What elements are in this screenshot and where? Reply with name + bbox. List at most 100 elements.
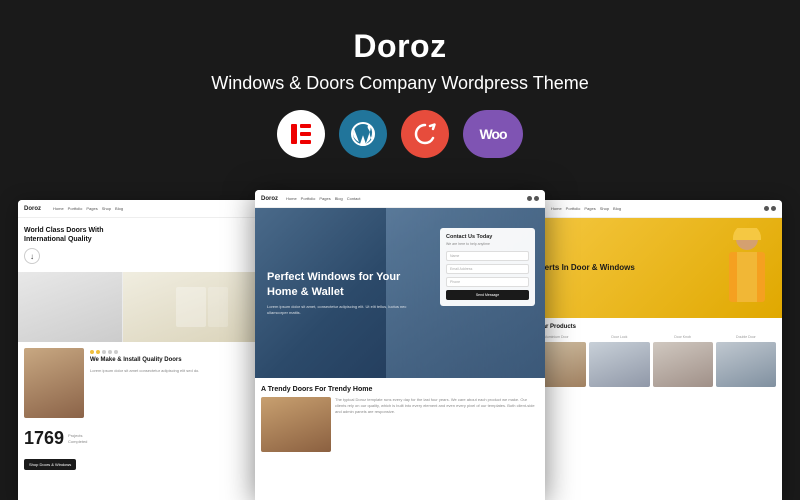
left-bottom-description: Lorem ipsum dolor sit amet consectetur a…: [90, 368, 272, 374]
center-bottom-text-block: The typical Doroz template runs every da…: [335, 397, 539, 452]
right-product-img-2: [589, 342, 649, 387]
right-products-title: Popular Products: [526, 324, 776, 330]
left-nav-shop: Shop: [102, 206, 111, 211]
person-head: [736, 228, 758, 250]
left-hero: World Class Doors With International Qua…: [18, 218, 280, 272]
center-bottom: A Trendy Doors For Trendy Home The typic…: [255, 378, 545, 460]
left-hero-title: World Class Doors With International Qua…: [24, 226, 124, 244]
right-product-labels: Aluminium Door Door Lock Door Knob Doubl…: [526, 335, 776, 339]
right-products-section: Popular Products Aluminium Door Door Loc…: [520, 318, 782, 395]
right-product-4: [716, 342, 776, 389]
right-nav-links: Home Portfolio Pages Shop Blog: [551, 206, 621, 211]
center-bottom-content: The typical Doroz template runs every da…: [261, 397, 539, 452]
left-stat-number: 1769: [24, 428, 64, 449]
preview-left: Doroz Home Portfolio Pages Shop Blog Wor…: [18, 200, 280, 500]
wordpress-icon: [339, 110, 387, 158]
center-hero-text: Lorem ipsum dolor sit amet, consectetur …: [267, 304, 413, 316]
center-nav-pages: Pages: [319, 196, 330, 201]
page-title: Doroz: [211, 28, 588, 65]
left-nav-links: Home Portfolio Pages Shop Blog: [53, 206, 123, 211]
center-nav-blog: Blog: [335, 196, 343, 201]
left-bottom-title: We Make & Install Quality Doors: [90, 357, 272, 365]
right-product-3: [653, 342, 713, 389]
right-nav-blog: Blog: [613, 206, 621, 211]
left-cta-button[interactable]: Shop Doors & Windows: [24, 459, 76, 470]
right-nav-icons: [764, 206, 776, 211]
right-nav-home: Home: [551, 206, 562, 211]
rotate-icon: [401, 110, 449, 158]
person-torso: [729, 252, 765, 302]
left-nav-blog: Blog: [115, 206, 123, 211]
right-cart-icon: [771, 206, 776, 211]
left-nav-pages: Pages: [86, 206, 97, 211]
left-img-bathroom: [18, 272, 122, 342]
right-product-img-4: [716, 342, 776, 387]
elementor-icon: [277, 110, 325, 158]
right-products-grid: [526, 342, 776, 389]
center-form-title: Contact Us Today: [446, 234, 529, 240]
right-nav-pages: Pages: [584, 206, 595, 211]
center-name-field[interactable]: Name: [446, 251, 529, 261]
left-nav-home: Home: [53, 206, 64, 211]
center-phone-field[interactable]: Phone: [446, 277, 529, 287]
preview-right: Doroz Home Portfolio Pages Shop Blog Exp…: [520, 200, 782, 500]
center-nav-contact: Contact: [347, 196, 361, 201]
left-dot-3: [102, 350, 106, 354]
left-rating-dots: [90, 350, 272, 354]
center-search-icon: [527, 196, 532, 201]
left-dot-2: [96, 350, 100, 354]
center-door-image: [261, 397, 331, 452]
left-arrow-icon: ↓: [24, 248, 40, 264]
center-email-field[interactable]: Email Address: [446, 264, 529, 274]
right-product-label-2: Door Lock: [589, 335, 649, 339]
left-logo: Doroz: [24, 206, 41, 212]
center-form-subtitle: We are here to help anytime: [446, 242, 529, 246]
left-nav-portfolio: Portfolio: [68, 206, 83, 211]
left-navbar: Doroz Home Portfolio Pages Shop Blog: [18, 200, 280, 218]
left-stat-text: ProjectsCompleted: [68, 433, 87, 444]
woo-label: Woo: [479, 126, 506, 142]
right-product-label-4: Double Door: [716, 335, 776, 339]
center-bottom-text: The typical Doroz template runs every da…: [335, 397, 539, 415]
preview-center: Doroz Home Portfolio Pages Blog Contact …: [255, 190, 545, 500]
right-hero-content: Experts In Door & Windows: [530, 263, 635, 273]
left-bottom-section: We Make & Install Quality Doors Lorem ip…: [18, 342, 280, 424]
woo-icon: Woo: [463, 110, 523, 158]
left-dot-5: [114, 350, 118, 354]
left-bottom-content: We Make & Install Quality Doors Lorem ip…: [88, 348, 274, 418]
center-submit-button[interactable]: Send Message: [446, 290, 529, 300]
right-nav-portfolio: Portfolio: [566, 206, 581, 211]
left-door-image: [24, 348, 84, 418]
page-container: Doroz Windows & Doors Company Wordpress …: [0, 0, 800, 500]
right-product-img-3: [653, 342, 713, 387]
center-hero-title: Perfect Windows for Your Home & Wallet: [267, 270, 413, 299]
center-logo: Doroz: [261, 196, 278, 202]
center-navbar: Doroz Home Portfolio Pages Blog Contact: [255, 190, 545, 208]
center-contact-form: Contact Us Today We are here to help any…: [440, 228, 535, 306]
right-hero: Experts In Door & Windows: [520, 218, 782, 318]
center-cart-icon: [534, 196, 539, 201]
screenshots-area: Doroz Home Portfolio Pages Shop Blog Wor…: [0, 192, 800, 500]
right-hero-title: Experts In Door & Windows: [530, 263, 635, 273]
center-hero: Perfect Windows for Your Home & Wallet L…: [255, 208, 545, 378]
right-navbar: Doroz Home Portfolio Pages Shop Blog: [520, 200, 782, 218]
person-figure: [719, 228, 774, 318]
right-product-label-3: Door Knob: [653, 335, 713, 339]
center-nav-portfolio: Portfolio: [301, 196, 316, 201]
person-helmet: [733, 228, 761, 240]
left-dot-1: [90, 350, 94, 354]
plugin-icons-row: Woo: [211, 110, 588, 158]
left-image-strip: [18, 272, 280, 342]
right-nav-shop: Shop: [600, 206, 609, 211]
person-vest: [737, 252, 757, 302]
right-product-2: [589, 342, 649, 389]
center-nav-home: Home: [286, 196, 297, 201]
center-nav-links: Home Portfolio Pages Blog Contact: [286, 196, 361, 201]
center-hero-content: Perfect Windows for Your Home & Wallet L…: [267, 270, 413, 316]
left-dot-4: [108, 350, 112, 354]
header-section: Doroz Windows & Doors Company Wordpress …: [191, 0, 608, 192]
center-nav-icons: [527, 196, 539, 201]
page-subtitle: Windows & Doors Company Wordpress Theme: [211, 73, 588, 94]
left-number-section: 1769 ProjectsCompleted: [18, 424, 280, 453]
center-bottom-title: A Trendy Doors For Trendy Home: [261, 386, 539, 393]
